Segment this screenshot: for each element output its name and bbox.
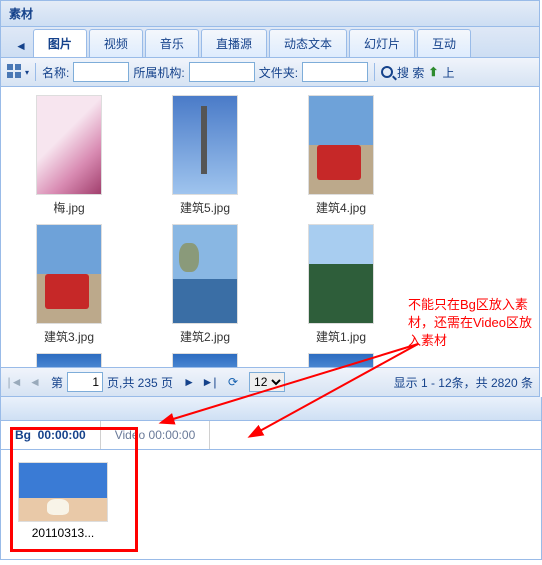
search-icon xyxy=(381,66,393,78)
divider-bar xyxy=(0,397,542,421)
tab-interactive[interactable]: 互动 xyxy=(417,29,471,57)
page-info: 显示 1 - 12条，共 2820 条 xyxy=(394,374,533,391)
thumb-item[interactable]: 建筑2.jpg xyxy=(145,224,265,345)
filter-toolbar: ▾ 名称: 所属机构: 文件夹: 搜 索 ⬆ 上 xyxy=(1,58,539,87)
thumb-item[interactable]: 建筑1.jpg xyxy=(281,224,401,345)
thumb-item[interactable] xyxy=(281,353,401,367)
thumb-image xyxy=(308,353,374,367)
refresh-button[interactable]: ⟳ xyxy=(225,374,241,390)
page-input[interactable] xyxy=(67,372,103,392)
thumb-image xyxy=(308,224,374,324)
folder-label: 文件夹: xyxy=(259,64,298,81)
separator xyxy=(374,63,375,81)
view-mode-dropdown[interactable]: ▾ xyxy=(25,68,29,77)
thumb-image xyxy=(36,95,102,195)
separator xyxy=(35,63,36,81)
tab-music[interactable]: 音乐 xyxy=(145,29,199,57)
tab-strip: ◄ 图片 视频 音乐 直播源 动态文本 幻灯片 互动 xyxy=(1,27,539,58)
name-input[interactable] xyxy=(73,62,129,82)
upload-icon: ⬆ xyxy=(428,65,438,79)
asset-thumbnail xyxy=(18,462,108,522)
thumb-label: 建筑1.jpg xyxy=(281,328,401,345)
thumb-label: 建筑3.jpg xyxy=(9,328,129,345)
thumb-item[interactable]: 梅.jpg xyxy=(9,95,129,216)
thumb-image xyxy=(172,224,238,324)
view-mode-icon[interactable] xyxy=(7,64,21,81)
org-label: 所属机构: xyxy=(133,64,184,81)
timeline-tab-bg[interactable]: Bg 00:00:00 xyxy=(1,421,101,449)
tab-dynamic-text[interactable]: 动态文本 xyxy=(269,29,347,57)
tab-live[interactable]: 直播源 xyxy=(201,29,267,57)
upload-button[interactable]: 上 xyxy=(442,64,454,81)
next-page-button[interactable]: ► xyxy=(181,374,197,390)
thumb-image xyxy=(172,95,238,195)
page-prefix: 第 xyxy=(51,374,63,391)
page-size-select[interactable]: 12 xyxy=(249,372,285,392)
tab-video[interactable]: 视频 xyxy=(89,29,143,57)
page-suffix: 页,共 235 页 xyxy=(107,374,173,391)
thumb-item[interactable]: 建筑5.jpg xyxy=(145,95,265,216)
last-page-button[interactable]: ►| xyxy=(201,374,217,390)
timeline-body: 20110313... xyxy=(0,450,542,560)
panel-title: 素材 xyxy=(1,1,539,27)
folder-input[interactable] xyxy=(302,62,368,82)
timeline-asset[interactable]: 20110313... xyxy=(13,462,113,540)
search-button[interactable]: 搜 索 xyxy=(397,64,424,81)
tabs-scroll-left[interactable]: ◄ xyxy=(9,35,33,57)
thumb-item[interactable] xyxy=(9,353,129,367)
video-tab-label: Video 00:00:00 xyxy=(115,428,196,442)
thumb-label: 建筑2.jpg xyxy=(145,328,265,345)
asset-label: 20110313... xyxy=(13,526,113,540)
thumb-label: 建筑4.jpg xyxy=(281,199,401,216)
tab-slides[interactable]: 幻灯片 xyxy=(349,29,415,57)
prev-page-button[interactable]: ◄ xyxy=(27,374,43,390)
thumb-image xyxy=(36,224,102,324)
thumb-image xyxy=(36,353,102,367)
bg-tab-time: 00:00:00 xyxy=(38,428,86,442)
first-page-button[interactable]: |◄ xyxy=(7,374,23,390)
timeline-tabs: Bg 00:00:00 Video 00:00:00 xyxy=(0,421,542,450)
thumb-label: 梅.jpg xyxy=(9,199,129,216)
bg-tab-label: Bg xyxy=(15,428,31,442)
thumb-image xyxy=(172,353,238,367)
thumb-image xyxy=(308,95,374,195)
thumb-item[interactable]: 建筑3.jpg xyxy=(9,224,129,345)
org-input[interactable] xyxy=(189,62,255,82)
tab-images[interactable]: 图片 xyxy=(33,29,87,57)
thumb-item[interactable] xyxy=(145,353,265,367)
pagination-bar: |◄ ◄ 第 页,共 235 页 ► ►| ⟳ 12 显示 1 - 12条，共 … xyxy=(1,367,539,396)
thumb-item[interactable]: 建筑4.jpg xyxy=(281,95,401,216)
thumb-label: 建筑5.jpg xyxy=(145,199,265,216)
timeline-tab-video[interactable]: Video 00:00:00 xyxy=(101,421,211,449)
name-label: 名称: xyxy=(42,64,69,81)
thumbnail-gallery: 梅.jpg 建筑5.jpg 建筑4.jpg 建筑3.jpg 建筑2.jpg xyxy=(1,87,539,367)
